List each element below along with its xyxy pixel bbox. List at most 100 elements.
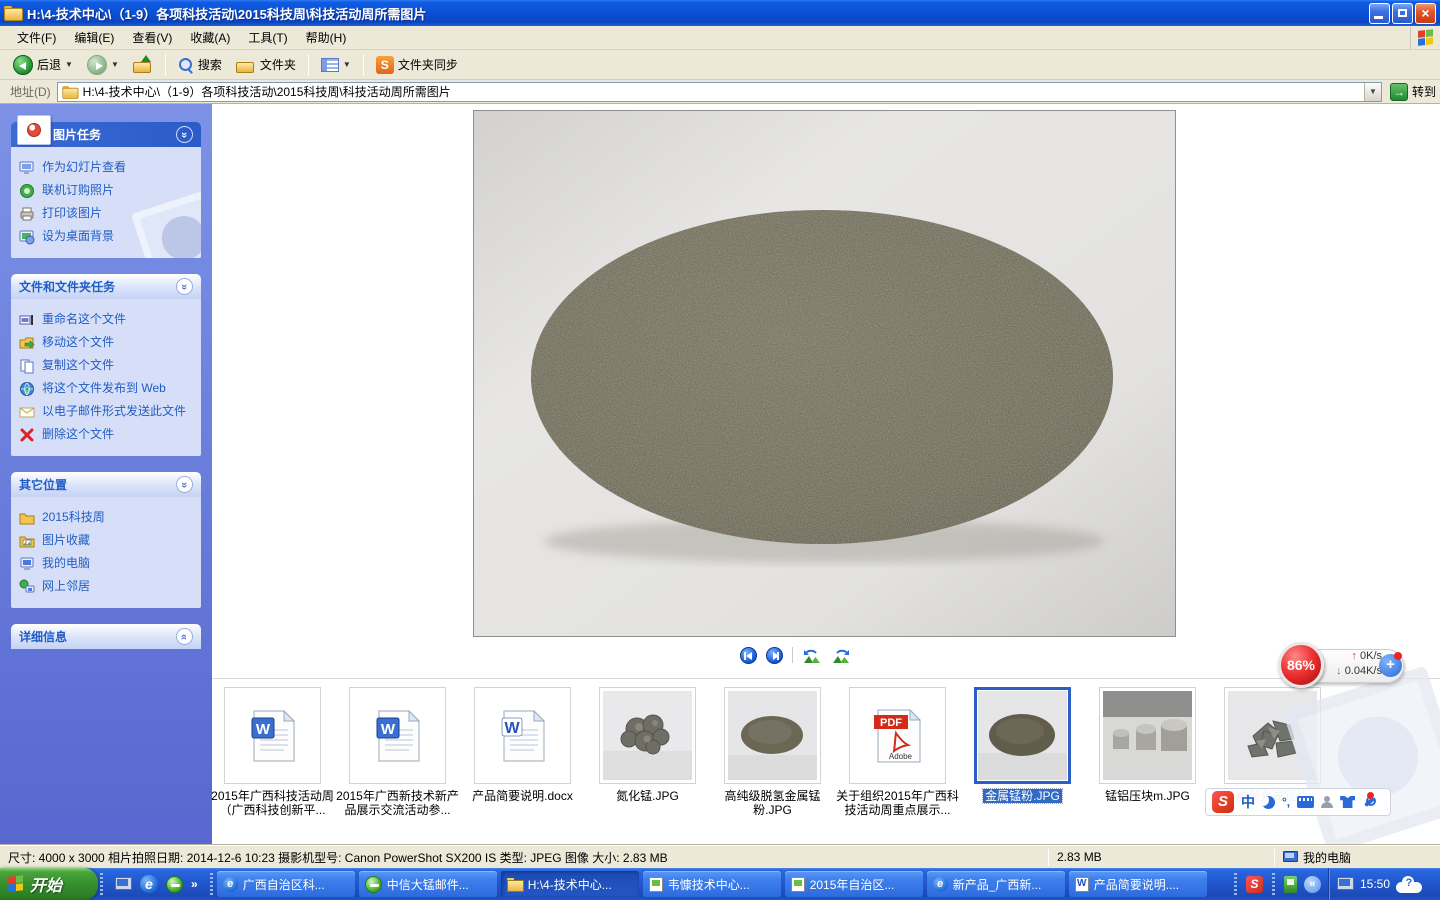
task-publish-web[interactable]: 将这个文件发布到 Web bbox=[19, 377, 195, 400]
divider bbox=[792, 647, 793, 663]
views-button[interactable]: ▼ bbox=[314, 55, 358, 75]
back-button[interactable]: 后退 ▼ bbox=[6, 52, 80, 78]
address-dropdown-button[interactable]: ▼ bbox=[1364, 83, 1381, 101]
soft-keyboard-icon[interactable] bbox=[1297, 796, 1314, 808]
address-bar: 地址(D) H:\4-技术中心\（1-9）各项科技活动\2015科技周\科技活动… bbox=[0, 80, 1440, 104]
quick-launch-overflow[interactable]: » bbox=[191, 877, 198, 891]
restore-button[interactable] bbox=[1392, 3, 1413, 24]
panel-title: 文件和文件夹任务 bbox=[19, 278, 115, 295]
thumbnail-jinshumengfen-selected[interactable]: 金属锰粉.JPG bbox=[974, 687, 1071, 803]
rotate-clockwise-button[interactable] bbox=[831, 646, 851, 664]
punctuation-toggle[interactable]: °, bbox=[1282, 795, 1290, 809]
sogou-tray-icon[interactable]: S bbox=[1246, 876, 1263, 893]
panel-picture-tasks-header[interactable]: 图片任务 » bbox=[11, 122, 201, 147]
panel-other-places-header[interactable]: 其它位置 » bbox=[11, 472, 201, 497]
task-view-slideshow[interactable]: 作为幻灯片查看 bbox=[19, 156, 195, 179]
panel-title: 图片任务 bbox=[53, 126, 101, 143]
thumbnail-word-doc-3[interactable]: W 产品简要说明.docx bbox=[474, 687, 571, 803]
forward-button[interactable]: ▼ bbox=[80, 52, 126, 78]
task-delete-file[interactable]: 删除这个文件 bbox=[19, 423, 195, 446]
show-desktop-icon[interactable] bbox=[115, 877, 132, 892]
task-label: 作为幻灯片查看 bbox=[42, 160, 126, 174]
thumbnail-gaochunji-powder[interactable]: 高纯级脱氢金属锰粉.JPG bbox=[724, 687, 821, 817]
usb-device-icon[interactable] bbox=[1284, 876, 1297, 893]
lumps-photo bbox=[603, 691, 692, 780]
settings-wrench-icon[interactable] bbox=[1362, 795, 1376, 809]
menu-tools[interactable]: 工具(T) bbox=[239, 26, 296, 49]
cloud-help-icon[interactable]: ? bbox=[1396, 876, 1422, 893]
start-label: 开始 bbox=[30, 872, 62, 896]
task-rename-file[interactable]: 重命名这个文件 bbox=[19, 308, 195, 331]
back-dropdown-icon[interactable]: ▼ bbox=[65, 60, 73, 69]
order-prints-icon bbox=[19, 183, 35, 199]
memory-percent-ball[interactable]: 86% bbox=[1278, 642, 1324, 688]
green-app-icon[interactable] bbox=[166, 876, 183, 893]
folders-button[interactable]: 文件夹 bbox=[229, 53, 303, 76]
taskbar-button-4[interactable]: 韦慷技术中心... bbox=[643, 871, 781, 897]
minimize-button[interactable] bbox=[1369, 3, 1390, 24]
taskbar-button-1[interactable]: e 广西自治区科... bbox=[217, 871, 355, 897]
views-dropdown-icon[interactable]: ▼ bbox=[343, 60, 351, 69]
place-label: 图片收藏 bbox=[42, 533, 90, 547]
collapse-chevron-icon[interactable]: » bbox=[176, 476, 193, 493]
chinese-mode-toggle[interactable]: 中 bbox=[1241, 792, 1255, 812]
sogou-ime-toolbar[interactable]: S 中 °, bbox=[1205, 788, 1391, 816]
taskbar-button-7[interactable]: 产品简要说明.... bbox=[1069, 871, 1207, 897]
previous-image-button[interactable] bbox=[740, 647, 757, 664]
search-button[interactable]: 搜索 bbox=[171, 53, 229, 76]
account-icon[interactable] bbox=[1321, 796, 1333, 808]
taskbar-button-3-active[interactable]: H:\4-技术中心... bbox=[501, 871, 639, 897]
thumbnail-word-doc-1[interactable]: W 2015年广西科技活动周（广西科技创新平... bbox=[224, 687, 321, 817]
up-button[interactable] bbox=[126, 54, 160, 76]
task-label: 将这个文件发布到 Web bbox=[42, 381, 166, 395]
address-input[interactable]: H:\4-技术中心\（1-9）各项科技活动\2015科技周\科技活动周所需图片 … bbox=[57, 82, 1382, 102]
place-my-pictures[interactable]: 图片收藏 bbox=[19, 529, 195, 552]
task-copy-file[interactable]: 复制这个文件 bbox=[19, 354, 195, 377]
start-button[interactable]: 开始 bbox=[0, 868, 98, 900]
menu-favorites[interactable]: 收藏(A) bbox=[181, 26, 239, 49]
menu-edit[interactable]: 编辑(E) bbox=[65, 26, 123, 49]
thumbnail-mengluyakuai[interactable]: 锰铝压块m.JPG bbox=[1099, 687, 1196, 803]
svg-text:W: W bbox=[504, 720, 520, 737]
menu-help[interactable]: 帮助(H) bbox=[297, 26, 356, 49]
rotate-counterclockwise-button[interactable] bbox=[802, 646, 822, 664]
menu-file[interactable]: 文件(F) bbox=[8, 26, 65, 49]
task-move-file[interactable]: 移动这个文件 bbox=[19, 331, 195, 354]
hide-tray-icons-button[interactable]: « bbox=[1304, 876, 1321, 893]
go-button[interactable]: → 转到 bbox=[1390, 83, 1436, 101]
thumbnail-danhuameng[interactable]: 氮化锰.JPG bbox=[599, 687, 696, 803]
place-2015-tech-week[interactable]: 2015科技周 bbox=[19, 506, 195, 529]
taskbar-button-2[interactable]: 中信大锰邮件... bbox=[359, 871, 497, 897]
thumbnail-word-doc-2[interactable]: W 2015年广西新技术新产品展示交流活动参... bbox=[349, 687, 446, 817]
place-label: 网上邻居 bbox=[42, 579, 90, 593]
close-button[interactable]: × bbox=[1415, 3, 1436, 24]
menu-view[interactable]: 查看(V) bbox=[123, 26, 181, 49]
expand-chevron-icon[interactable]: » bbox=[176, 628, 193, 645]
place-network[interactable]: 网上邻居 bbox=[19, 575, 195, 598]
task-order-prints[interactable]: 联机订购照片 bbox=[19, 179, 195, 202]
skin-icon[interactable] bbox=[1340, 796, 1355, 808]
folder-sync-button[interactable]: S 文件夹同步 bbox=[369, 53, 465, 77]
task-email-file[interactable]: 以电子邮件形式发送此文件 bbox=[19, 400, 195, 423]
place-my-computer[interactable]: 我的电脑 bbox=[19, 552, 195, 575]
toolbar: 后退 ▼ ▼ 搜索 文件夹 ▼ S 文件夹同步 bbox=[0, 50, 1440, 80]
panel-file-tasks-header[interactable]: 文件和文件夹任务 » bbox=[11, 274, 201, 299]
clock[interactable]: 15:50 bbox=[1360, 877, 1390, 891]
forward-icon bbox=[87, 55, 107, 75]
upload-speed: ↑ 0K/s bbox=[1330, 650, 1382, 662]
fullwidth-moon-icon[interactable] bbox=[1262, 796, 1275, 809]
address-path: H:\4-技术中心\（1-9）各项科技活动\2015科技周\科技活动周所需图片 bbox=[83, 83, 451, 100]
next-image-button[interactable] bbox=[766, 647, 783, 664]
sogou-logo-icon[interactable]: S bbox=[1212, 791, 1234, 813]
taskbar-button-5[interactable]: 2015年自治区... bbox=[785, 871, 923, 897]
thumbnail-pdf-doc[interactable]: PDF Adobe 关于组织2015年广西科技活动周重点展示... bbox=[849, 687, 946, 817]
back-icon bbox=[13, 55, 33, 75]
preview-image[interactable] bbox=[473, 110, 1176, 637]
panel-details-header[interactable]: 详细信息 » bbox=[11, 624, 201, 649]
taskbar-button-6[interactable]: e 新产品_广西新... bbox=[927, 871, 1065, 897]
internet-explorer-icon[interactable]: e bbox=[140, 875, 158, 893]
accelerator-ball-widget[interactable]: ↑ 0K/s ↓ 0.04K/s 86% + bbox=[1278, 646, 1404, 686]
collapse-chevron-icon[interactable]: » bbox=[176, 278, 193, 295]
network-status-icon[interactable] bbox=[1337, 877, 1354, 892]
collapse-chevron-icon[interactable]: » bbox=[176, 126, 193, 143]
